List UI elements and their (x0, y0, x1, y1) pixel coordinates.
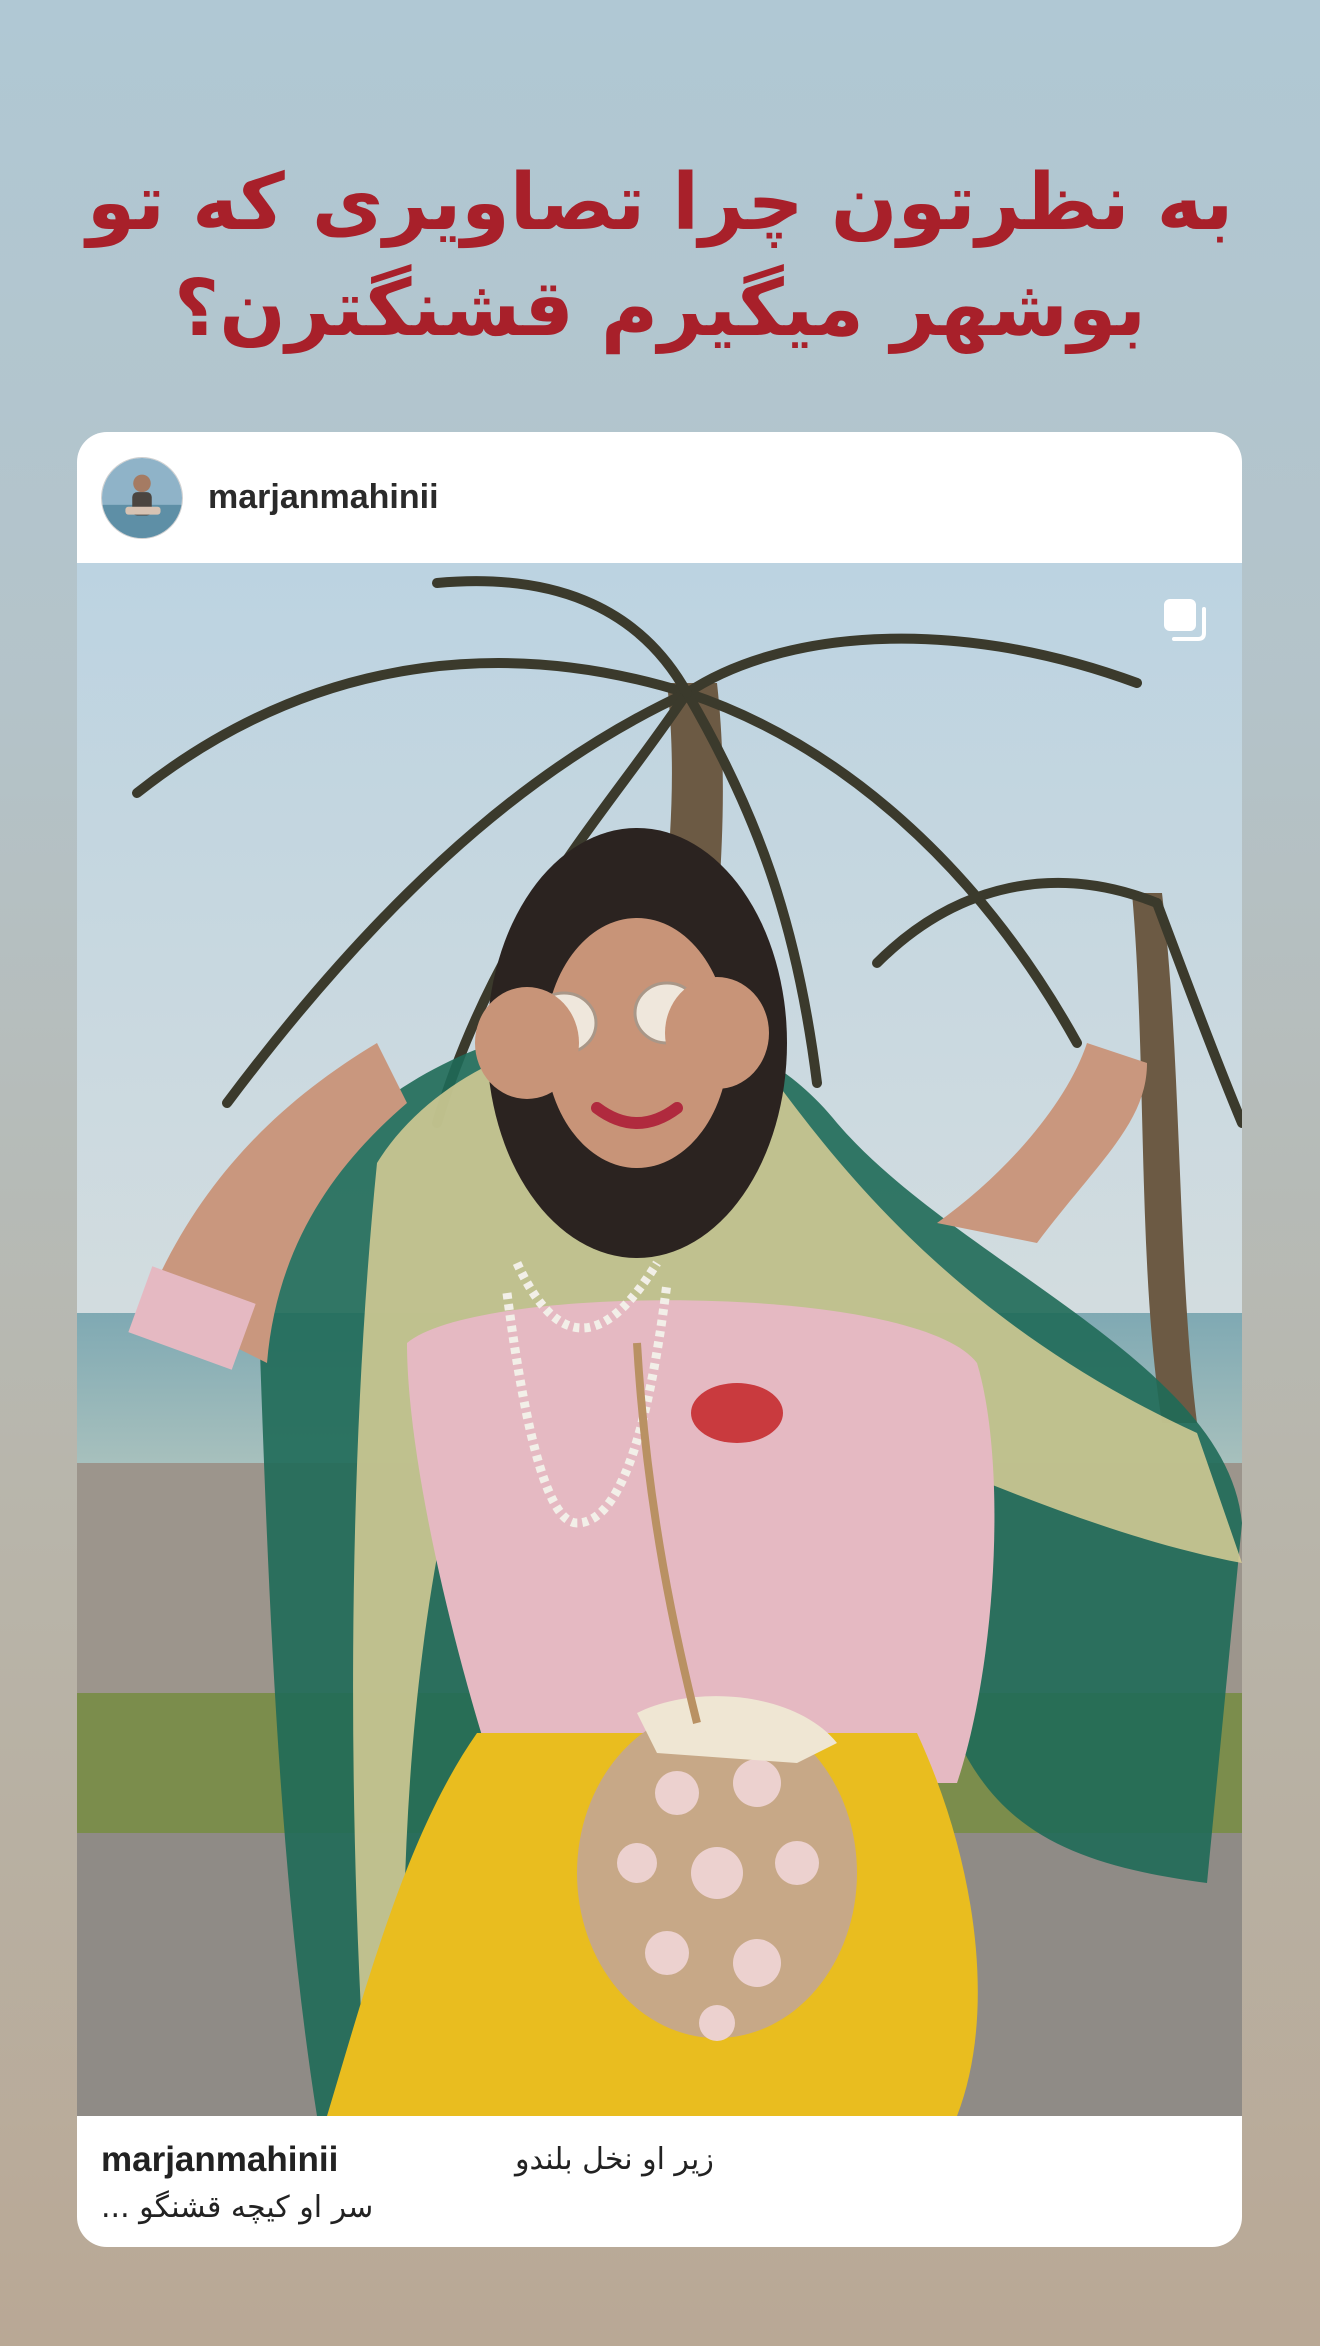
post-photo[interactable] (77, 563, 1242, 2116)
caption-text-line-2: سر او کیچه قشنگو ... (101, 2190, 374, 2225)
photo-image (77, 563, 1242, 2116)
story-headline: به نظرتون چرا تصاویری که تو بوشهر میگیرم… (60, 150, 1260, 362)
post-username[interactable]: marjanmahinii (208, 478, 439, 517)
headline-line-1: به نظرتون چرا تصاویری که تو (86, 158, 1234, 248)
shared-post-card[interactable]: marjanmahinii marjanmahinii زیر او نخل ب… (77, 432, 1242, 2247)
avatar-image (102, 457, 182, 538)
post-header[interactable]: marjanmahinii (77, 432, 1242, 563)
caption-username[interactable]: marjanmahinii (101, 2140, 338, 2180)
multiple-images-icon (1162, 597, 1208, 643)
caption-text-line-1: زیر او نخل بلندو (515, 2142, 714, 2177)
headline-line-2: بوشهر میگیرم قشنگترن؟ (173, 264, 1147, 354)
avatar[interactable] (101, 456, 183, 539)
post-caption[interactable]: marjanmahinii زیر او نخل بلندو سر او کیچ… (77, 2116, 1242, 2247)
